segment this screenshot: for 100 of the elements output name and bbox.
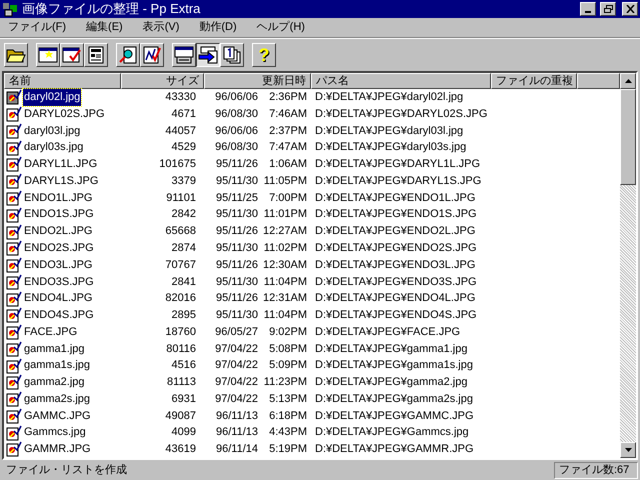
path-cell-text: D:¥DELTA¥JPEG¥gamma1.jpg (314, 342, 468, 357)
menu-item[interactable]: ファイル(F) (4, 19, 70, 36)
file-name-cell[interactable]: ENDO3L.JPG (23, 256, 94, 274)
column-header[interactable]: サイズ (121, 73, 204, 89)
menu-item[interactable]: 編集(E) (82, 19, 127, 36)
file-count: ファイル数:67 (554, 462, 638, 479)
date-cell-text: 97/04/22 5:13PM (214, 392, 308, 407)
date-cell-text: 95/11/30 11:02PM (214, 241, 308, 256)
size-cell-text: 43619 (164, 442, 197, 458)
file-name-cell[interactable]: Gammcs.jpg (23, 424, 87, 441)
file-name-cell[interactable]: GAMMC.JPG (23, 408, 92, 424)
path-cell-text: D:¥DELTA¥JPEG¥ENDO3S.JPG (314, 274, 478, 290)
menu-item[interactable]: 動作(D) (195, 19, 241, 36)
file-name-cell[interactable]: gamma2.jpg (23, 374, 86, 391)
menu-item[interactable]: 表示(V) (138, 19, 184, 36)
scroll-up-button[interactable] (620, 73, 636, 89)
image-file-icon (6, 324, 22, 340)
column-header[interactable]: 更新日時 (204, 73, 311, 89)
image-file-icon (6, 140, 22, 156)
size-cell-text: 70767 (164, 258, 197, 273)
file-name-cell[interactable]: ENDO4L.JPG (23, 290, 94, 307)
date-cell-text: 96/11/13 4:43PM (214, 425, 308, 440)
open-folder-icon (6, 47, 26, 63)
image-file-icon (6, 206, 22, 223)
path-cell-text: D:¥DELTA¥JPEG¥gamma2.jpg (314, 375, 468, 390)
restore-button[interactable] (600, 2, 616, 16)
size-cell-text: 49087 (164, 408, 197, 424)
minimize-button[interactable] (580, 2, 596, 16)
path-cell-text: D:¥DELTA¥JPEG¥DARYL1S.JPG (314, 174, 482, 189)
file-name-cell[interactable]: ENDO1S.JPG (23, 206, 95, 223)
image-file-icon (6, 408, 22, 424)
image-file-icon (6, 358, 22, 374)
file-name-cell[interactable]: ENDO1L.JPG (23, 190, 94, 206)
image-file-icon (6, 340, 22, 357)
restore-icon (604, 5, 612, 13)
image-file-icon (6, 424, 22, 441)
file-name-cell[interactable]: DARYL02S.JPG (23, 106, 106, 122)
close-button[interactable] (622, 2, 638, 16)
image-file-icon (6, 374, 22, 390)
size-cell-text: 101675 (158, 157, 197, 172)
image-file-icon (6, 290, 22, 307)
file-name-cell[interactable]: ENDO3S.JPG (23, 274, 95, 290)
file-name-cell[interactable]: ENDO4S.JPG (23, 307, 95, 324)
size-cell-text: 2841 (170, 274, 197, 290)
toolbar-button[interactable] (196, 43, 220, 67)
image-file-icon (6, 122, 22, 139)
size-cell-text: 3379 (170, 174, 197, 189)
file-name-cell[interactable]: gamma1.jpg (23, 340, 86, 358)
date-cell-text: 95/11/26 1:06AM (214, 157, 308, 172)
image-file-icon (6, 224, 22, 240)
image-file-icon (6, 274, 22, 290)
path-cell-text: D:¥DELTA¥JPEG¥ENDO3L.JPG (314, 258, 476, 273)
date-cell-text: 96/08/30 7:46AM (214, 106, 308, 122)
date-cell-text: 96/11/14 5:19PM (214, 442, 308, 458)
file-name-cell[interactable]: DARYL1S.JPG (23, 172, 100, 190)
file-name-cell[interactable]: GAMMR.JPG (23, 441, 92, 458)
image-file-icon (6, 156, 22, 172)
date-cell-text: 96/11/13 6:18PM (214, 408, 308, 424)
image-file-icon (6, 391, 22, 408)
path-cell-text: D:¥DELTA¥JPEG¥ENDO1L.JPG (314, 190, 476, 206)
date-cell-text: 95/11/26 12:30AM (214, 258, 308, 273)
up-arrow-icon (624, 79, 632, 83)
file-name-cell[interactable]: ENDO2S.JPG (23, 240, 95, 257)
image-file-icon (6, 106, 22, 122)
size-cell-text: 4516 (170, 358, 197, 374)
file-name-cell[interactable]: daryl03s.jpg (23, 139, 84, 156)
file-name-cell[interactable]: daryl02l.jpg (23, 89, 82, 106)
path-cell-text: D:¥DELTA¥JPEG¥GAMMR.JPG (314, 442, 475, 458)
file-name-cell[interactable]: DARYL1L.JPG (23, 156, 98, 173)
date-cell-text: 95/11/26 12:31AM (214, 291, 308, 306)
column-header[interactable]: パス名 (311, 73, 491, 89)
file-name-cell[interactable]: FACE.JPG (23, 324, 78, 340)
date-cell-text: 96/06/06 2:36PM (214, 90, 308, 106)
scroll-down-button[interactable] (620, 442, 636, 458)
size-cell-text: 81113 (166, 375, 197, 390)
chart-document-icon (142, 46, 162, 64)
file-name-cell[interactable]: gamma2s.jpg (23, 390, 92, 408)
path-cell-text: D:¥DELTA¥JPEG¥DARYL02S.JPG (314, 106, 488, 122)
date-cell-text: 96/05/27 9:02PM (214, 324, 308, 340)
file-name-cell[interactable]: ENDO2L.JPG (23, 223, 94, 240)
file-name-cell[interactable]: gamma1s.jpg (23, 357, 92, 374)
form-document-icon (87, 46, 105, 64)
column-header[interactable]: 名前 (4, 73, 121, 89)
path-cell-text: D:¥DELTA¥JPEG¥Gammcs.jpg (314, 425, 470, 440)
size-cell-text: 18760 (164, 324, 197, 340)
path-cell-text: D:¥DELTA¥JPEG¥daryl03l.jpg (314, 124, 464, 139)
date-cell-text: 97/04/22 11:23PM (214, 375, 308, 390)
path-cell-text: D:¥DELTA¥JPEG¥GAMMC.JPG (314, 408, 475, 424)
date-cell-text: 96/08/30 7:47AM (214, 140, 308, 156)
column-header[interactable]: ファイルの重複 (491, 73, 577, 89)
size-cell-text: 4529 (170, 140, 197, 156)
scroll-thumb[interactable] (620, 89, 636, 185)
date-cell-text: 95/11/26 12:27AM (214, 224, 308, 240)
menu-item[interactable]: ヘルプ(H) (252, 19, 309, 36)
file-name-cell[interactable]: daryl03l.jpg (23, 122, 82, 140)
path-cell-text: D:¥DELTA¥JPEG¥ENDO2L.JPG (314, 224, 476, 240)
path-cell-text: D:¥DELTA¥JPEG¥ENDO4S.JPG (314, 308, 478, 324)
size-cell-text: 91101 (165, 190, 197, 206)
image-file-icon (6, 257, 22, 274)
size-cell-text: 65668 (164, 224, 197, 240)
